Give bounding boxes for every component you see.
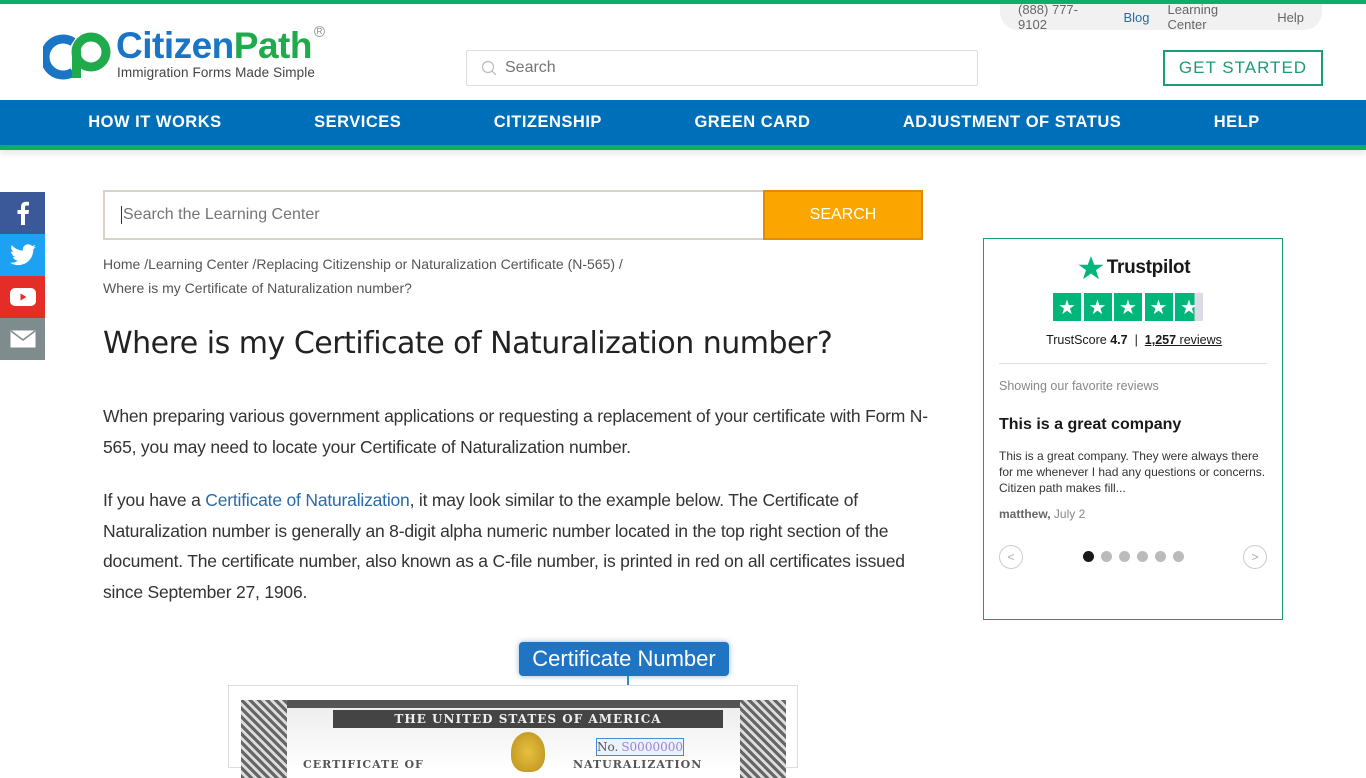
util-nav-blog[interactable]: Blog xyxy=(1123,10,1149,25)
review-author: matthew, July 2 xyxy=(999,507,1085,521)
youtube-share-button[interactable] xyxy=(0,276,45,318)
certificate-left-title: CERTIFICATE OF xyxy=(303,758,424,771)
certificate-number: S0000000 xyxy=(621,740,683,754)
chevron-left-icon: < xyxy=(1007,550,1015,564)
certificate-right-title: NATURALIZATION xyxy=(573,758,703,771)
trustpilot-brand: Trustpilot xyxy=(1106,257,1191,278)
carousel-dot[interactable] xyxy=(1119,551,1130,562)
get-started-button[interactable]: GET STARTED xyxy=(1163,50,1323,86)
logo-mark-icon xyxy=(43,32,111,80)
social-share-bar xyxy=(0,192,45,360)
breadcrumb-home[interactable]: Home xyxy=(103,256,140,272)
email-icon xyxy=(10,330,35,348)
main-nav: HOW IT WORKS SERVICES CITIZENSHIP GREEN … xyxy=(0,100,1366,145)
nav-services[interactable]: SERVICES xyxy=(314,113,401,132)
nav-how-it-works[interactable]: HOW IT WORKS xyxy=(88,113,221,132)
facebook-share-button[interactable] xyxy=(0,192,45,234)
nav-citizenship[interactable]: CITIZENSHIP xyxy=(494,113,602,132)
nav-accent-line xyxy=(0,145,1366,150)
carousel-dot[interactable] xyxy=(1155,551,1166,562)
site-header: CitizenPath R Immigration Forms Made Sim… xyxy=(0,2,1366,100)
eagle-seal-icon xyxy=(511,732,545,772)
rating-star-partial-icon: ★ xyxy=(1175,293,1203,321)
reviews-count: 1,257 xyxy=(1144,333,1177,347)
ornament-left xyxy=(241,700,287,778)
certificate-of-naturalization-link[interactable]: Certificate of Naturalization xyxy=(205,490,409,510)
certificate-frame: THE UNITED STATES OF AMERICA No. S0000000… xyxy=(241,700,786,778)
trustpilot-rating-stars: ★ ★ ★ ★ ★ xyxy=(1053,293,1206,321)
registered-mark: R xyxy=(314,26,325,37)
util-nav-learning-center[interactable]: Learning Center xyxy=(1168,2,1260,32)
header-search-box[interactable] xyxy=(466,50,978,86)
rating-star-icon: ★ xyxy=(1083,293,1112,321)
citizenpath-logo[interactable]: CitizenPath R Immigration Forms Made Sim… xyxy=(43,26,333,86)
util-nav-help[interactable]: Help xyxy=(1277,10,1304,25)
learning-center-search-field[interactable] xyxy=(103,190,763,240)
rating-star-icon: ★ xyxy=(1114,293,1142,321)
learning-center-search: SEARCH xyxy=(103,190,923,240)
phone-number[interactable]: (888) 777-9102 xyxy=(1018,2,1105,32)
divider xyxy=(999,363,1267,364)
search-icon xyxy=(481,60,497,76)
trustpilot-widget: Trustpilot ★ ★ ★ ★ ★ TrustScore 4.7 | 1,… xyxy=(983,238,1283,620)
trustscore-value: 4.7 xyxy=(1110,333,1128,347)
twitter-share-button[interactable] xyxy=(0,234,45,276)
showing-reviews-label: Showing our favorite reviews xyxy=(999,379,1159,393)
rating-star-icon: ★ xyxy=(1053,293,1081,321)
breadcrumb: Home /Learning Center /Replacing Citizen… xyxy=(103,256,623,296)
logo-tagline: Immigration Forms Made Simple xyxy=(117,65,315,80)
trustscore: TrustScore 4.7 | 1,257 reviews xyxy=(1046,333,1222,347)
header-search-input[interactable] xyxy=(505,59,945,77)
article-paragraph-1: When preparing various government applic… xyxy=(103,406,928,457)
certificate-example-image: Certificate Number THE UNITED STATES OF … xyxy=(213,632,811,778)
nav-adjustment-of-status[interactable]: ADJUSTMENT OF STATUS xyxy=(903,113,1121,132)
carousel-dot[interactable] xyxy=(1101,551,1112,562)
review-title[interactable]: This is a great company xyxy=(999,416,1181,434)
reviews-label: reviews xyxy=(1179,333,1222,347)
carousel-next-button[interactable]: > xyxy=(1243,545,1267,569)
reviews-link[interactable]: 1,257 reviews xyxy=(1145,333,1222,347)
breadcrumb-current: Where is my Certificate of Naturalizatio… xyxy=(103,280,412,296)
breadcrumb-learning-center[interactable]: Learning Center xyxy=(148,256,248,272)
article-paragraph-2: If you have a Certificate of Naturalizat… xyxy=(103,485,928,607)
breadcrumb-n565[interactable]: Replacing Citizenship or Naturalization … xyxy=(256,256,615,272)
carousel-dots xyxy=(1083,551,1191,562)
review-body: This is a great company. They were alway… xyxy=(999,449,1266,495)
review-date: July 2 xyxy=(1053,507,1086,521)
chevron-right-icon: > xyxy=(1251,550,1259,564)
trustpilot-logo[interactable]: Trustpilot xyxy=(984,255,1284,281)
certificate-document: THE UNITED STATES OF AMERICA No. S0000000… xyxy=(228,685,798,778)
ornament-right xyxy=(740,700,786,778)
carousel-dot[interactable] xyxy=(1083,551,1094,562)
nav-help[interactable]: HELP xyxy=(1214,113,1260,132)
trustpilot-star-icon xyxy=(1078,256,1104,280)
paragraph-text: If you have a xyxy=(103,490,206,510)
number-label: No. xyxy=(597,740,619,754)
logo-wordmark: CitizenPath xyxy=(116,25,312,66)
learning-center-search-button[interactable]: SEARCH xyxy=(763,190,923,240)
utility-nav: (888) 777-9102 Blog Learning Center Help xyxy=(1000,2,1322,32)
certificate-number-box: No. S0000000 xyxy=(596,738,684,756)
youtube-icon xyxy=(9,288,36,306)
carousel-dot[interactable] xyxy=(1173,551,1184,562)
nav-green-card[interactable]: GREEN CARD xyxy=(694,113,810,132)
email-share-button[interactable] xyxy=(0,318,45,360)
certificate-number-callout: Certificate Number xyxy=(519,642,729,676)
trustscore-label: TrustScore xyxy=(1046,333,1107,347)
page-title: Where is my Certificate of Naturalizatio… xyxy=(103,326,833,361)
carousel-dot[interactable] xyxy=(1137,551,1148,562)
review-author-name: matthew, xyxy=(999,507,1051,521)
learning-center-search-input[interactable] xyxy=(121,206,763,224)
certificate-header: THE UNITED STATES OF AMERICA xyxy=(333,710,723,728)
facebook-icon xyxy=(17,201,29,225)
twitter-icon xyxy=(9,244,36,266)
rating-star-icon: ★ xyxy=(1144,293,1173,321)
carousel-prev-button[interactable]: < xyxy=(999,545,1023,569)
